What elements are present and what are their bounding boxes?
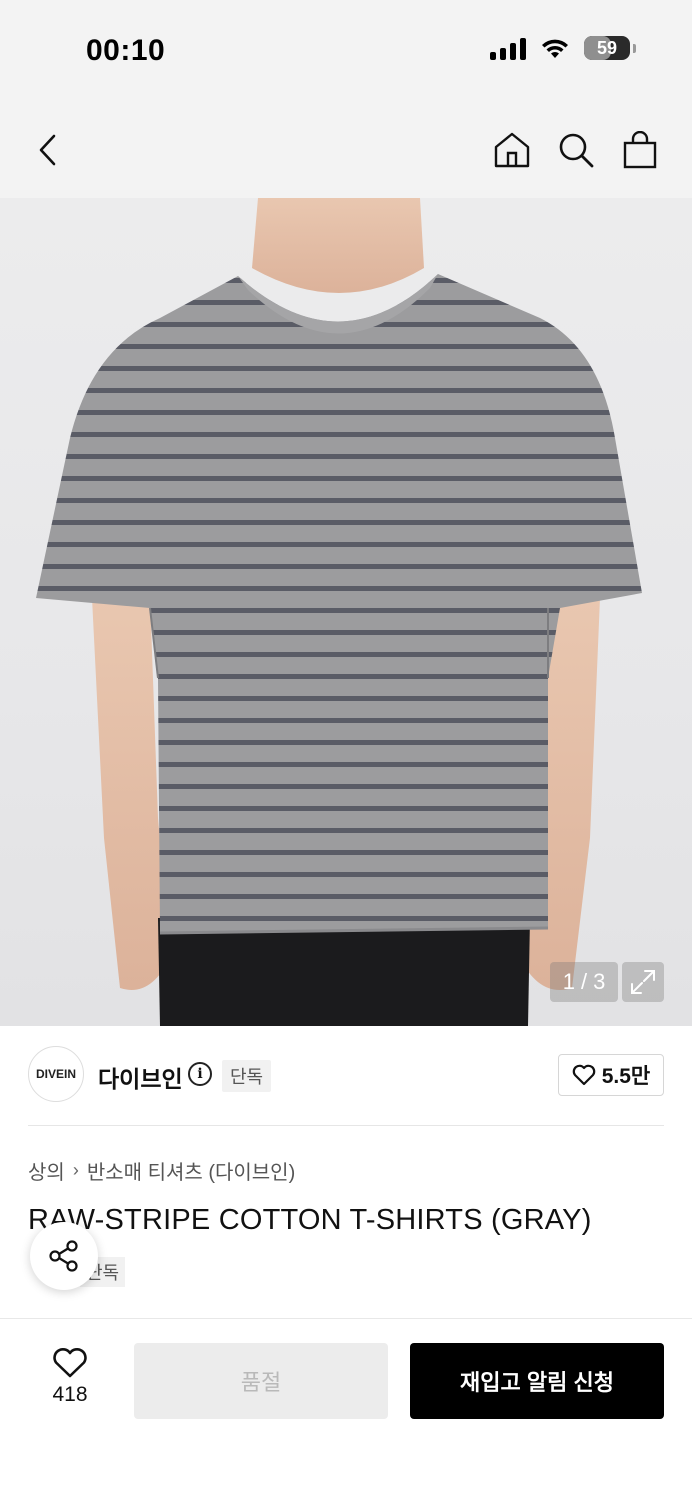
image-pager: 1 / 3 xyxy=(550,962,618,1002)
soldout-button[interactable]: 품절 xyxy=(134,1343,388,1419)
pager-current: 1 xyxy=(562,969,575,994)
wishlist-button[interactable]: 418 xyxy=(40,1347,100,1407)
search-icon xyxy=(559,133,594,168)
breadcrumb: 상의 › 반소매 티셔츠 (다이브인) xyxy=(28,1156,295,1185)
status-time: 00:10 xyxy=(86,34,166,67)
cellular-signal-icon xyxy=(490,36,526,60)
battery-icon: 59 xyxy=(584,36,630,60)
breadcrumb-category[interactable]: 상의 xyxy=(28,1156,65,1185)
heart-icon xyxy=(572,1064,596,1086)
brand-logo[interactable]: DIVEIN xyxy=(28,1046,84,1102)
wifi-icon xyxy=(542,39,568,58)
brand-row: DIVEIN 다이브인 i 단독 5.5만 xyxy=(28,1046,664,1106)
shopping-bag-icon xyxy=(623,131,657,169)
back-button[interactable] xyxy=(26,128,70,172)
breadcrumb-subcategory[interactable]: 반소매 티셔츠 (다이브인) xyxy=(87,1156,295,1185)
restock-alert-button[interactable]: 재입고 알림 신청 xyxy=(410,1343,664,1419)
pager-separator: / xyxy=(580,969,588,994)
chevron-right-icon: › xyxy=(72,1160,79,1180)
bottom-action-bar: 418 품절 재입고 알림 신청 xyxy=(0,1318,692,1500)
product-image[interactable] xyxy=(0,198,692,1026)
battery-level: 59 xyxy=(596,37,618,58)
product-photo xyxy=(36,198,642,1026)
home-icon xyxy=(494,132,530,168)
nav-bar xyxy=(0,100,692,198)
wishlist-count: 418 xyxy=(52,1383,88,1406)
expand-image-button[interactable] xyxy=(622,962,664,1002)
home-button[interactable] xyxy=(490,128,534,172)
heart-icon xyxy=(53,1348,87,1378)
brand-like-count: 5.5만 xyxy=(601,1065,651,1088)
chevron-left-icon xyxy=(39,134,56,166)
status-icons: 59 xyxy=(490,36,636,60)
share-button[interactable] xyxy=(30,1222,98,1290)
pager-total: 3 xyxy=(593,969,606,994)
divider xyxy=(28,1125,664,1126)
product-title: RAW-STRIPE COTTON T-SHIRTS (GRAY) xyxy=(28,1204,592,1236)
share-icon xyxy=(49,1240,78,1272)
cart-button[interactable] xyxy=(618,128,662,172)
brand-like-button[interactable]: 5.5만 xyxy=(558,1054,664,1096)
search-button[interactable] xyxy=(554,128,598,172)
status-bar: 00:10 59 xyxy=(0,0,692,100)
brand-name[interactable]: 다이브인 xyxy=(98,1060,183,1094)
exclusive-badge: 단독 xyxy=(222,1060,272,1092)
info-icon[interactable]: i xyxy=(188,1062,212,1086)
expand-icon xyxy=(631,970,655,994)
